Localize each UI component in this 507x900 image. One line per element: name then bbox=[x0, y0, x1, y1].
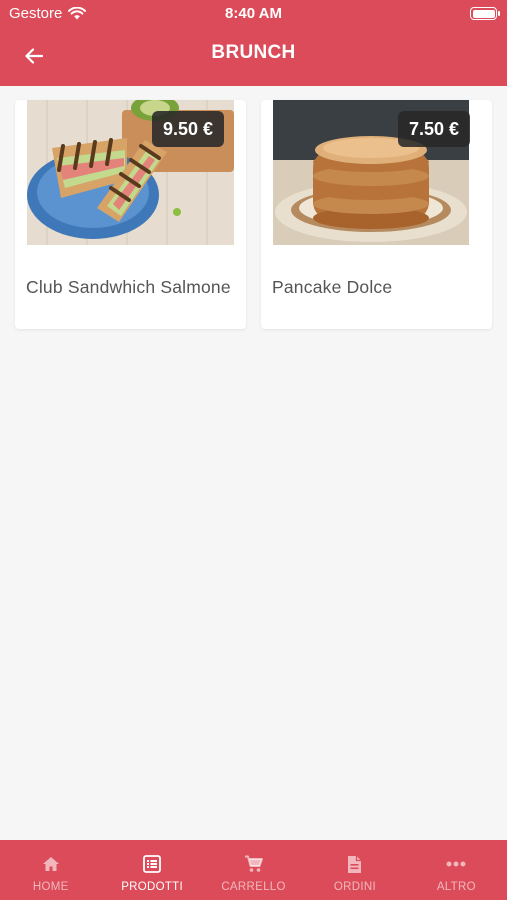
price-badge: 7.50 € bbox=[397, 111, 470, 147]
tab-label: HOME bbox=[32, 881, 69, 893]
tab-label: PRODOTTI bbox=[121, 881, 184, 893]
club-sandwich-photo: 9.50 € bbox=[27, 100, 234, 245]
document-icon bbox=[344, 853, 366, 875]
tab-label: CARRELLO bbox=[221, 881, 286, 893]
more-icon bbox=[445, 853, 467, 875]
tab-ordini[interactable]: ORDINI bbox=[304, 840, 405, 900]
product-grid: 9.50 € Club Sandwhich Salmone 7.50 € Pan… bbox=[15, 100, 493, 329]
product-card-pancake[interactable]: 7.50 € Pancake Dolce bbox=[261, 100, 492, 329]
page-title: BRUNCH bbox=[211, 42, 296, 63]
product-name: Club Sandwhich Salmone bbox=[26, 277, 231, 297]
tab-carrello[interactable]: CARRELLO bbox=[203, 840, 304, 900]
home-icon bbox=[40, 853, 62, 875]
tab-label: ALTRO bbox=[436, 881, 476, 893]
product-card-club-sandwich[interactable]: 9.50 € Club Sandwhich Salmone bbox=[15, 100, 246, 329]
battery-icon bbox=[470, 7, 500, 20]
status-bar: Gestore 8:40 AM bbox=[0, 0, 507, 28]
bottom-tab-bar: HOME PRODOTTI CARRELLO ORDINI ALTRO bbox=[0, 840, 507, 900]
product-name: Pancake Dolce bbox=[272, 277, 393, 297]
tab-label: ORDINI bbox=[333, 881, 376, 893]
top-bar: Gestore 8:40 AM BRUNCH bbox=[0, 0, 507, 86]
price-badge: 9.50 € bbox=[151, 111, 224, 147]
pancake-stack-photo: 7.50 € bbox=[273, 100, 480, 245]
tab-home[interactable]: HOME bbox=[0, 840, 101, 900]
tab-altro[interactable]: ALTRO bbox=[406, 840, 507, 900]
list-icon bbox=[141, 853, 163, 875]
tab-prodotti[interactable]: PRODOTTI bbox=[101, 840, 202, 900]
status-time: 8:40 AM bbox=[225, 5, 282, 22]
cart-icon bbox=[243, 853, 265, 875]
